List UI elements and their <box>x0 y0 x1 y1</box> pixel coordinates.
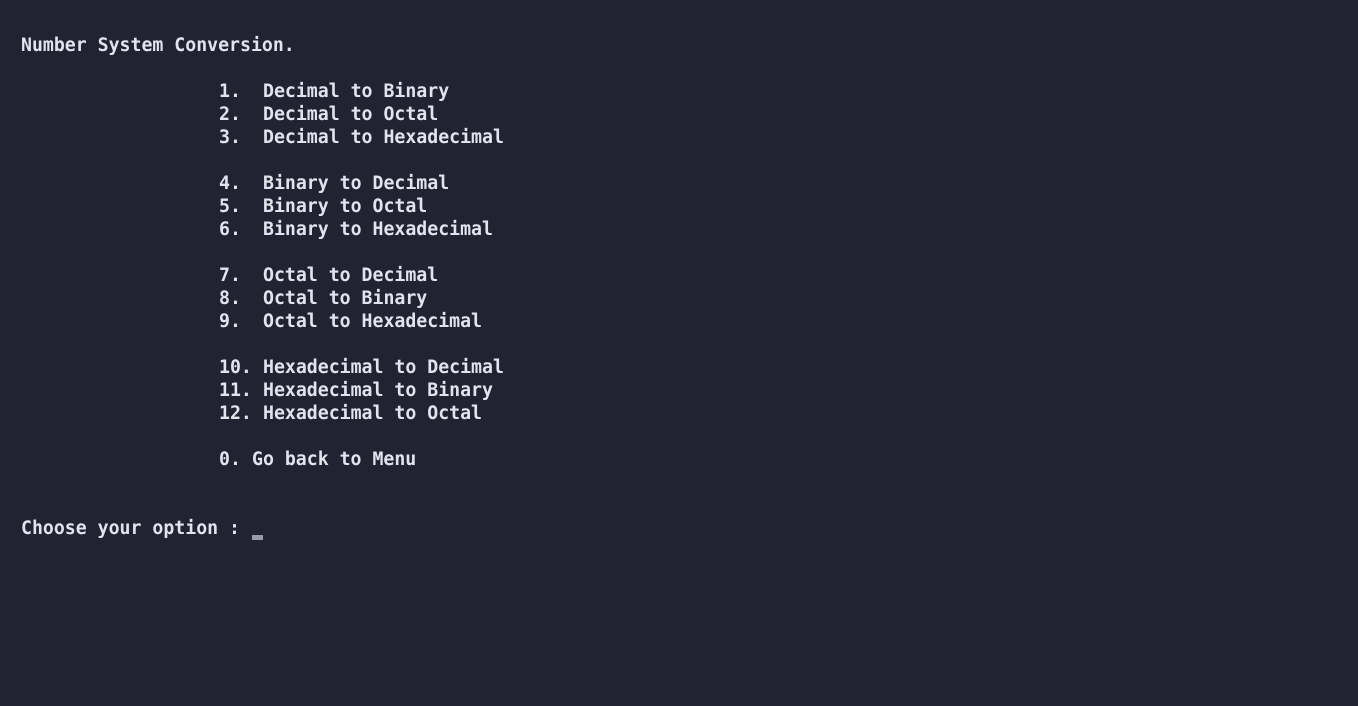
menu-item-number: 3. <box>219 127 241 148</box>
menu-item: 6. Binary to Hexadecimal <box>219 218 504 241</box>
text-cursor[interactable] <box>252 535 263 540</box>
menu-item-label: Binary to Decimal <box>263 173 450 194</box>
menu-item-number: 4. <box>219 173 241 194</box>
menu-item-label: Decimal to Binary <box>263 81 450 102</box>
menu-item-label: Octal to Hexadecimal <box>263 311 482 332</box>
menu-item-label: Octal to Decimal <box>263 265 439 286</box>
menu-spacer <box>219 425 504 448</box>
menu-item-label: Binary to Hexadecimal <box>263 219 493 240</box>
menu-item: 3. Decimal to Hexadecimal <box>219 126 504 149</box>
menu-item: 4. Binary to Decimal <box>219 172 504 195</box>
menu-item-label: Decimal to Hexadecimal <box>263 127 504 148</box>
menu-item-label: Octal to Binary <box>263 288 428 309</box>
menu-item-number: 9. <box>219 311 241 332</box>
menu-item-back: 0. Go back to Menu <box>219 448 504 471</box>
menu-spacer <box>219 149 504 172</box>
option-prompt: Choose your option : <box>21 518 240 539</box>
menu-item-number: 10. <box>219 357 252 378</box>
menu-item: 1. Decimal to Binary <box>219 80 504 103</box>
menu-item: 8. Octal to Binary <box>219 287 504 310</box>
menu-item: 10. Hexadecimal to Decimal <box>219 356 504 379</box>
menu-item-label: Decimal to Octal <box>263 104 439 125</box>
menu-item-number: 7. <box>219 265 241 286</box>
menu-item-label: Binary to Octal <box>263 196 428 217</box>
menu-item: 7. Octal to Decimal <box>219 264 504 287</box>
terminal-window[interactable]: Number System Conversion. 1. Decimal to B… <box>0 0 1358 706</box>
menu-item-number: 2. <box>219 104 241 125</box>
menu-item: 12. Hexadecimal to Octal <box>219 402 504 425</box>
menu-item-label: Go back to Menu <box>252 449 417 470</box>
menu-item: 9. Octal to Hexadecimal <box>219 310 504 333</box>
menu-item: 2. Decimal to Octal <box>219 103 504 126</box>
conversion-menu: 1. Decimal to Binary 2. Decimal to Octal 3… <box>219 80 504 471</box>
menu-item-number: 5. <box>219 196 241 217</box>
menu-item-label: Hexadecimal to Decimal <box>263 357 504 378</box>
menu-item-label: Hexadecimal to Octal <box>263 403 482 424</box>
menu-item-label: Hexadecimal to Binary <box>263 380 493 401</box>
menu-item-number: 12. <box>219 403 252 424</box>
menu-item-number: 8. <box>219 288 241 309</box>
menu-item-number: 11. <box>219 380 252 401</box>
menu-spacer <box>219 333 504 356</box>
menu-item-number: 1. <box>219 81 241 102</box>
menu-item-number: 6. <box>219 219 241 240</box>
page-title: Number System Conversion. <box>21 35 295 56</box>
menu-item: 11. Hexadecimal to Binary <box>219 379 504 402</box>
menu-item-number: 0. <box>219 449 241 470</box>
menu-item: 5. Binary to Octal <box>219 195 504 218</box>
menu-spacer <box>219 241 504 264</box>
